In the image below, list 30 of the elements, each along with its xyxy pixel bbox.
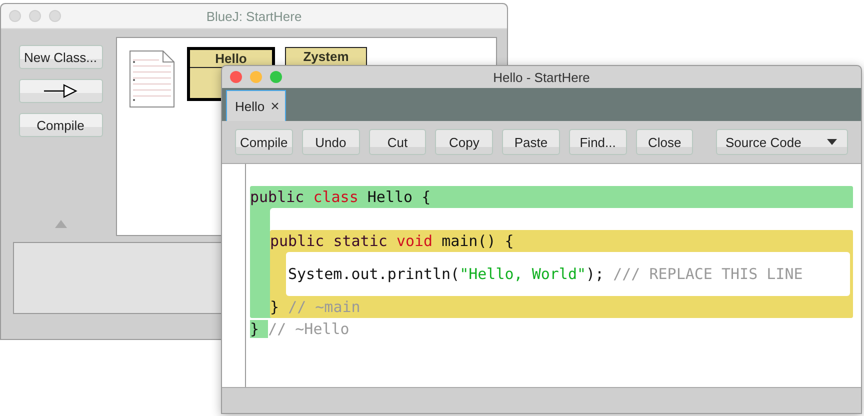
code-line: } // ~Hello — [250, 319, 350, 340]
code-line: } // ~main — [270, 297, 362, 318]
zoom-button[interactable] — [49, 10, 61, 22]
arrow-button[interactable] — [18, 79, 102, 103]
toolbar-button[interactable]: Compile — [235, 129, 293, 155]
toolbar-button[interactable]: Compile — [18, 113, 102, 137]
zoom-button[interactable] — [270, 71, 282, 83]
document-icon[interactable] — [129, 50, 175, 108]
window-title: BlueJ: StartHere — [206, 8, 302, 24]
tab-label: Hello — [235, 98, 265, 114]
code-line: System.out.println("Hello, World"); /// REPLACE THIS LINE — [288, 264, 804, 285]
editor-tab[interactable]: Hello × — [226, 90, 286, 121]
view-dropdown[interactable]: Source Code — [716, 129, 848, 155]
toolbar-button[interactable]: Paste — [502, 129, 560, 155]
close-button[interactable] — [9, 10, 21, 22]
minimize-button[interactable] — [250, 71, 262, 83]
close-button[interactable] — [230, 71, 242, 83]
toolbar-button[interactable]: Find... — [568, 129, 627, 155]
code-line: public class Hello { — [250, 187, 432, 208]
arrow-icon — [44, 84, 78, 98]
window-title: Hello - StartHere — [493, 70, 590, 84]
toolbar-button[interactable]: New Class... — [18, 45, 102, 69]
toolbar-button[interactable]: Close — [636, 129, 694, 155]
code-line: public static void main() { — [270, 231, 515, 252]
caret-icon — [827, 139, 838, 145]
toolbar-button[interactable]: Copy — [435, 129, 494, 155]
toolbar-button[interactable]: Undo — [302, 129, 360, 155]
collapse-icon[interactable] — [54, 220, 66, 228]
minimize-button[interactable] — [29, 10, 41, 22]
toolbar-button[interactable]: Cut — [368, 129, 426, 155]
